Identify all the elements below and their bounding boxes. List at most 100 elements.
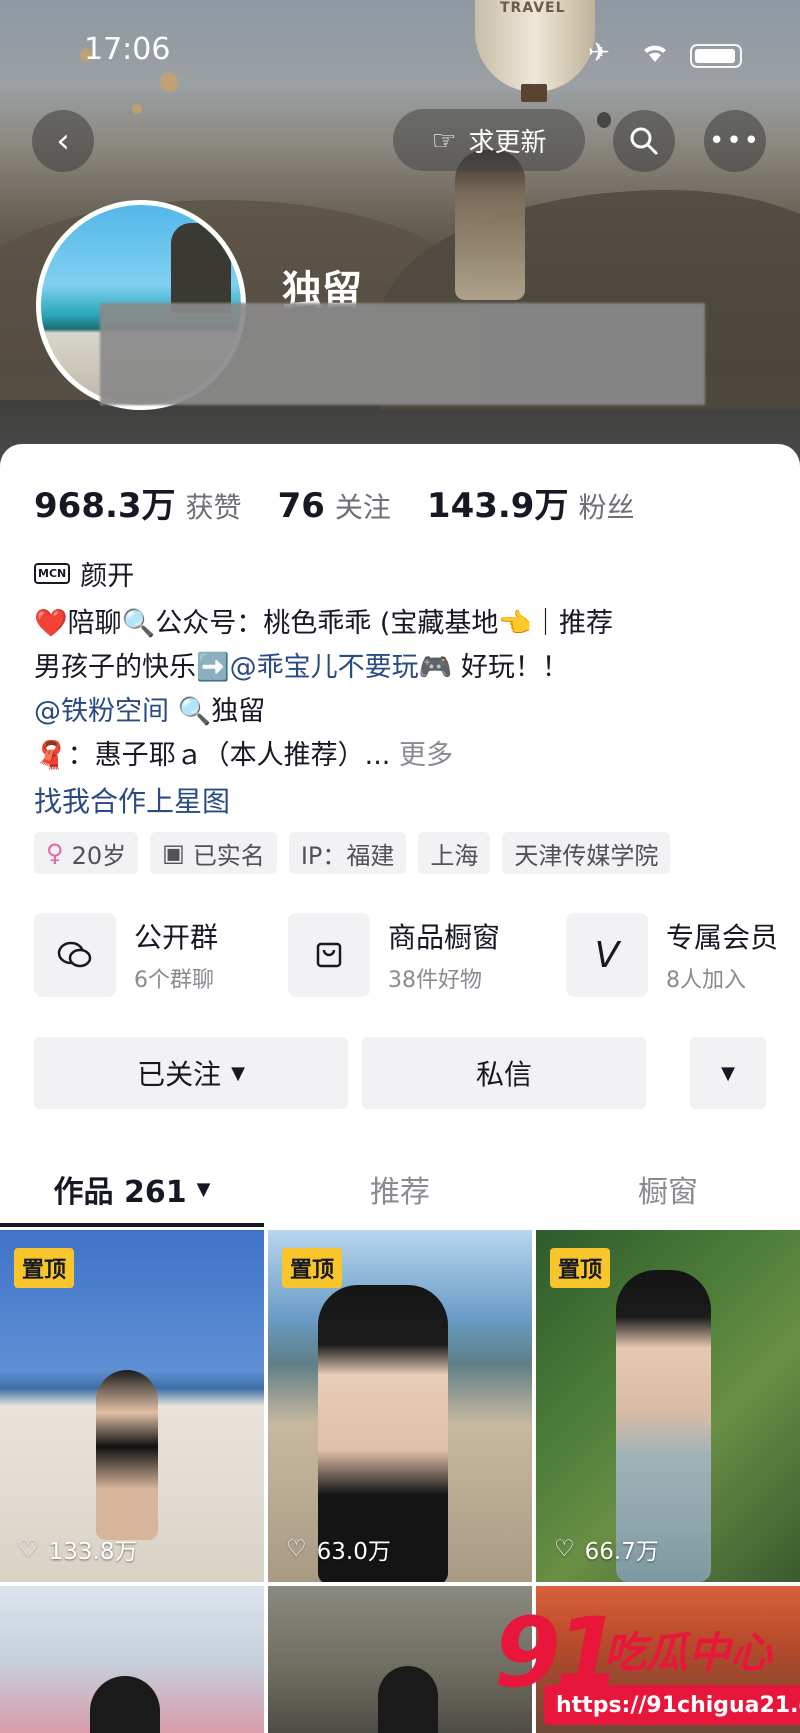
airplane-icon: ✈ bbox=[588, 38, 610, 68]
shop-window-entry[interactable]: 商品橱窗 38件好物 bbox=[288, 913, 500, 997]
star-map-link[interactable]: 找我合作上星图 bbox=[34, 780, 230, 820]
bio-line-3: @铁粉空间 🔍独留 bbox=[34, 690, 774, 734]
post-thumbnail[interactable]: 置顶 ♡ 133.8万 bbox=[0, 1230, 264, 1582]
feature-title: 商品橱窗 bbox=[388, 921, 501, 954]
bio-text: 🧣：惠子耶ａ（本人推荐）... bbox=[34, 740, 391, 771]
small-balloon bbox=[597, 112, 611, 128]
v-member-icon: V bbox=[566, 913, 648, 997]
bio-line-1: ❤️陪聊🔍公众号：桃色乖乖 (宝藏基地👈｜推荐 bbox=[34, 608, 613, 639]
tab-recommend[interactable]: 推荐 bbox=[264, 1150, 536, 1228]
following-count[interactable]: 76 bbox=[278, 486, 325, 526]
public-group-entry[interactable]: 公开群 6个群聊 bbox=[34, 913, 218, 997]
balloon-text: TRAVEL bbox=[500, 0, 566, 16]
post-likes: ♡ 133.8万 bbox=[18, 1532, 137, 1566]
wifi-icon bbox=[640, 40, 670, 68]
post-likes: ♡ 66.7万 bbox=[554, 1532, 659, 1566]
more-actions-button[interactable]: ▼ bbox=[690, 1037, 766, 1109]
stats-row: 968.3万 获赞 76 关注 143.9万 粉丝 bbox=[34, 478, 670, 527]
feature-sub: 38件好物 bbox=[388, 968, 482, 993]
heart-icon: ♡ bbox=[554, 1536, 575, 1562]
mcn-name: 颜开 bbox=[80, 561, 135, 592]
caret-down-icon: ▼ bbox=[721, 1062, 735, 1084]
age-tag: ♀ 20岁 bbox=[34, 832, 139, 874]
pinned-badge: 置顶 bbox=[282, 1248, 343, 1288]
small-balloon bbox=[132, 104, 142, 114]
id-card-icon: ▣ bbox=[162, 839, 185, 867]
search-button[interactable] bbox=[613, 110, 675, 172]
post-thumbnail[interactable] bbox=[0, 1586, 264, 1733]
content-tabs: 作品 261 ▼ 推荐 橱窗 bbox=[0, 1150, 800, 1228]
more-button[interactable]: ••• bbox=[704, 110, 766, 172]
message-button[interactable]: 私信 bbox=[362, 1037, 646, 1109]
post-person bbox=[378, 1666, 438, 1733]
avatar-rock bbox=[171, 223, 231, 313]
post-person bbox=[96, 1370, 158, 1540]
mcn-icon: MCN bbox=[34, 563, 71, 584]
post-likes: ♡ 63.0万 bbox=[286, 1532, 391, 1566]
shopping-bag-icon bbox=[288, 913, 370, 997]
following-button[interactable]: 已关注 ▼ bbox=[34, 1037, 348, 1109]
request-update-button[interactable]: ☞ 求更新 bbox=[393, 109, 585, 171]
likes-label: 获赞 bbox=[185, 491, 242, 524]
tag-label: 已实名 bbox=[192, 841, 265, 870]
caret-down-icon: ▼ bbox=[196, 1178, 211, 1200]
profile-screen: TRAVEL 17:06 ✈ ‹ ☞ 求更新 ••• 独留 968.3万 获赞 bbox=[0, 0, 800, 1733]
followers-label[interactable]: 粉丝 bbox=[578, 486, 634, 526]
more-dots-icon: ••• bbox=[708, 126, 761, 156]
tag-label: 20岁 bbox=[71, 841, 127, 870]
post-person bbox=[90, 1676, 160, 1733]
bio-more-link[interactable]: 更多 bbox=[399, 740, 453, 771]
post-thumbnail[interactable] bbox=[268, 1586, 532, 1733]
tab-label: 橱窗 bbox=[638, 1175, 698, 1210]
chat-bubbles-icon bbox=[34, 913, 116, 997]
tab-indicator bbox=[0, 1223, 264, 1227]
blurred-region bbox=[100, 303, 705, 405]
following-label[interactable]: 关注 bbox=[335, 486, 391, 526]
bio-text: 🔍独留 bbox=[169, 696, 266, 727]
tag-label: IP：福建 bbox=[300, 841, 395, 870]
pointing-hand-icon: ☞ bbox=[431, 123, 457, 157]
heart-icon: ♡ bbox=[18, 1536, 39, 1562]
feature-sub: 8人加入 bbox=[666, 968, 746, 993]
balloon-basket bbox=[521, 84, 547, 102]
tag-row: ♀ 20岁 ▣ 已实名 IP：福建 上海 天津传媒学院 bbox=[34, 832, 671, 874]
pinned-badge: 置顶 bbox=[14, 1248, 75, 1288]
post-thumbnail[interactable]: 置顶 ♡ 63.0万 bbox=[268, 1230, 532, 1582]
chevron-left-icon: ‹ bbox=[56, 121, 70, 161]
membership-entry[interactable]: V 专属会员 8人加入 bbox=[566, 913, 778, 997]
city-tag: 上海 bbox=[418, 832, 491, 874]
cover-person bbox=[455, 150, 525, 300]
tag-label: 天津传媒学院 bbox=[514, 841, 659, 870]
mention-link[interactable]: @铁粉空间 bbox=[34, 696, 169, 727]
tab-works[interactable]: 作品 261 ▼ bbox=[0, 1150, 264, 1228]
tag-label: 上海 bbox=[430, 841, 479, 870]
likes-count: 968.3万 bbox=[34, 486, 176, 526]
feature-title: 专属会员 bbox=[666, 921, 779, 954]
request-update-label: 求更新 bbox=[468, 127, 547, 158]
battery-icon bbox=[690, 44, 742, 68]
followers-count[interactable]: 143.9万 bbox=[427, 478, 569, 527]
ip-tag: IP：福建 bbox=[288, 832, 407, 874]
status-time: 17:06 bbox=[84, 32, 171, 67]
likes-count: 66.7万 bbox=[584, 1539, 659, 1565]
feature-sub: 6个群聊 bbox=[134, 968, 214, 993]
watermark-url: https://91chigua21.com bbox=[544, 1685, 800, 1725]
tab-label: 推荐 bbox=[370, 1175, 430, 1210]
mention-link[interactable]: @乖宝儿不要玩🎮 bbox=[230, 652, 453, 683]
feature-row: 公开群 6个群聊 商品橱窗 38件好物 V 专属会员 8人加入 bbox=[34, 913, 784, 997]
feature-title: 公开群 bbox=[134, 921, 219, 954]
bio-text: 男孩子的快乐➡️ bbox=[34, 652, 230, 683]
caret-down-icon: ▼ bbox=[231, 1062, 245, 1084]
action-row: 已关注 ▼ 私信 ▼ bbox=[34, 1037, 766, 1109]
back-button[interactable]: ‹ bbox=[32, 110, 94, 172]
post-thumbnail[interactable]: 置顶 ♡ 66.7万 bbox=[536, 1230, 800, 1582]
site-watermark: 91 吃瓜中心 https://91chigua21.com bbox=[494, 1597, 800, 1733]
mcn-row[interactable]: MCN 颜开 bbox=[34, 554, 134, 593]
tab-shop[interactable]: 橱窗 bbox=[536, 1150, 800, 1228]
search-icon bbox=[630, 127, 658, 155]
bio-line-4: 🧣：惠子耶ａ（本人推荐）... 更多 bbox=[34, 734, 774, 778]
following-label: 已关注 bbox=[137, 1058, 222, 1091]
school-tag[interactable]: 天津传媒学院 bbox=[502, 832, 671, 874]
female-icon: ♀ bbox=[46, 839, 64, 867]
bio-text: 好玩！！ bbox=[452, 652, 569, 683]
